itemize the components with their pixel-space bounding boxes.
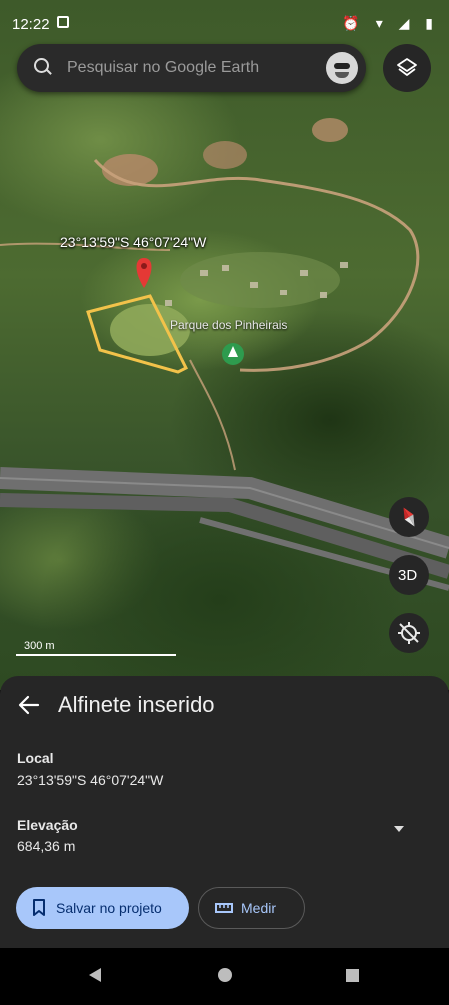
avatar[interactable] bbox=[326, 52, 358, 84]
satellite-map[interactable] bbox=[0, 0, 449, 690]
measure-button-label: Medir bbox=[241, 900, 277, 916]
measure-button[interactable]: Medir bbox=[198, 887, 305, 929]
search-placeholder[interactable]: Pesquisar no Google Earth bbox=[67, 59, 259, 77]
local-value: 23°13'59"S 46°07'24"W bbox=[17, 772, 164, 788]
layers-icon bbox=[397, 58, 417, 76]
ruler-icon bbox=[215, 903, 233, 913]
map-scale: 300 m bbox=[16, 640, 176, 656]
chevron-down-icon[interactable] bbox=[394, 826, 404, 832]
status-icons: ⏰ ▾ ◢ ▮ bbox=[342, 15, 439, 31]
compass-icon bbox=[403, 507, 415, 527]
bookmark-icon bbox=[33, 899, 45, 916]
notification-icon bbox=[57, 16, 69, 28]
back-arrow-icon[interactable] bbox=[18, 694, 40, 716]
my-location-button[interactable] bbox=[389, 613, 429, 653]
recents-nav-icon[interactable] bbox=[346, 969, 359, 982]
pin-details-sheet: Alfinete inserido Local 23°13'59"S 46°07… bbox=[0, 676, 449, 948]
back-nav-icon[interactable] bbox=[89, 968, 101, 982]
sheet-title: Alfinete inserido bbox=[58, 692, 215, 717]
scale-label: 300 m bbox=[24, 640, 55, 652]
3d-label: 3D bbox=[398, 567, 418, 584]
nav-buttons bbox=[89, 968, 359, 982]
map-overlay bbox=[0, 118, 449, 591]
system-nav-bar bbox=[0, 948, 449, 1000]
location-off-icon bbox=[398, 622, 420, 644]
save-to-project-button[interactable]: Salvar no projeto bbox=[16, 887, 189, 929]
place-label[interactable]: Parque dos Pinheirais bbox=[170, 318, 287, 332]
status-bar: 12:22 ⏰ ▾ ◢ ▮ bbox=[0, 0, 449, 50]
elevation-value: 684,36 m bbox=[17, 838, 76, 854]
pin-coordinates-label: 23°13'59"S 46°07'24"W bbox=[60, 234, 207, 250]
search-bar[interactable]: Pesquisar no Google Earth bbox=[17, 44, 366, 92]
local-label: Local bbox=[17, 750, 54, 766]
elevation-label: Elevação bbox=[17, 817, 78, 833]
save-button-label: Salvar no projeto bbox=[56, 900, 162, 916]
scale-bar bbox=[16, 654, 176, 656]
status-time: 12:22 bbox=[12, 16, 50, 33]
compass-button[interactable] bbox=[389, 497, 429, 537]
layers-button[interactable] bbox=[383, 44, 431, 92]
home-nav-icon[interactable] bbox=[218, 968, 232, 982]
location-pin bbox=[136, 258, 152, 288]
search-icon bbox=[34, 58, 49, 73]
3d-toggle-button[interactable]: 3D bbox=[389, 555, 429, 595]
